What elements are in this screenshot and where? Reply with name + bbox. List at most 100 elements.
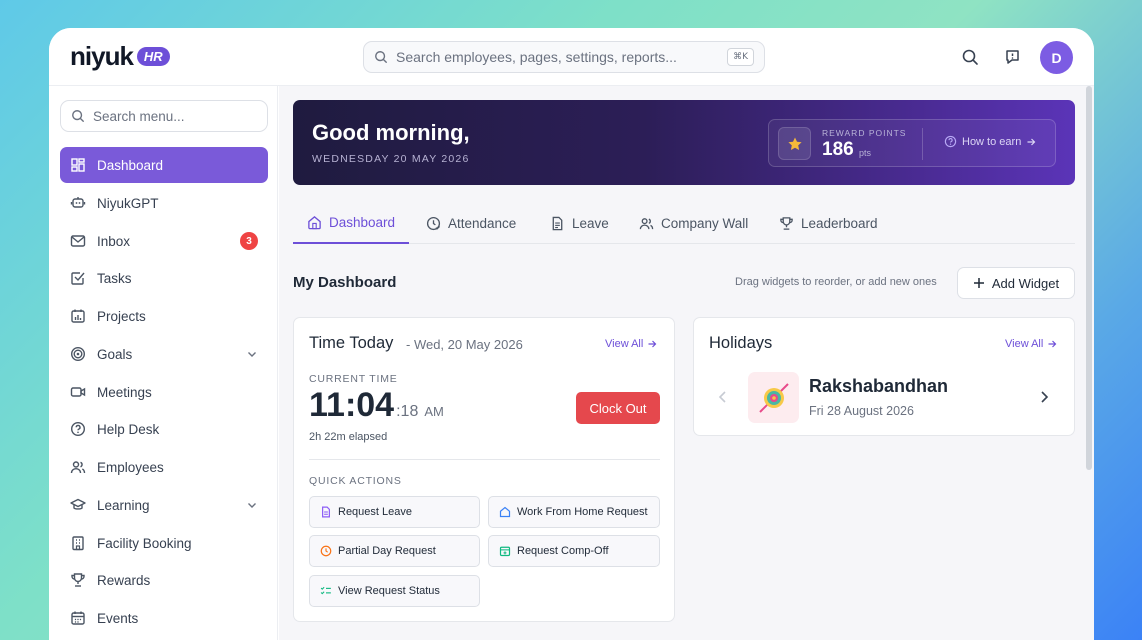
tab-leaderboard[interactable]: Leaderboard bbox=[779, 202, 878, 244]
quick-action-label: Request Leave bbox=[338, 506, 412, 518]
how-to-earn-label: How to earn bbox=[962, 135, 1022, 148]
holidays-card: Holidays View All Rakshabandhan Fri 28 A… bbox=[693, 317, 1075, 436]
sidebar-item-tasks[interactable]: Tasks bbox=[60, 260, 268, 296]
time-ampm: AM bbox=[424, 404, 444, 419]
sidebar-item-label: Events bbox=[97, 610, 139, 626]
tab-company-wall[interactable]: Company Wall bbox=[639, 202, 748, 244]
divider bbox=[922, 128, 923, 160]
quick-action-label: View Request Status bbox=[338, 585, 440, 597]
sidebar-item-learning[interactable]: Learning bbox=[60, 487, 268, 523]
help-circle-icon bbox=[944, 135, 957, 148]
sidebar-item-label: Tasks bbox=[97, 270, 132, 286]
chevron-right-icon[interactable] bbox=[1039, 390, 1049, 404]
sidebar-item-rewards[interactable]: Rewards bbox=[60, 562, 268, 598]
tab-attendance[interactable]: Attendance bbox=[426, 202, 516, 244]
card-subtitle: - Wed, 20 May 2026 bbox=[406, 337, 523, 352]
how-to-earn-link[interactable]: How to earn bbox=[944, 135, 1036, 148]
view-request-status-button[interactable]: View Request Status bbox=[309, 575, 480, 607]
partial-day-request-button[interactable]: Partial Day Request bbox=[309, 535, 480, 567]
sidebar-item-goals[interactable]: Goals bbox=[60, 336, 268, 372]
tab-label: Attendance bbox=[448, 215, 517, 231]
arrow-right-icon bbox=[1048, 340, 1057, 348]
search-icon bbox=[375, 51, 387, 63]
logo[interactable]: niyuk HR bbox=[70, 43, 170, 69]
main-content: Good morning, WEDNESDAY 20 MAY 2026 REWA… bbox=[279, 86, 1094, 640]
document-icon bbox=[552, 216, 563, 230]
tab-leave[interactable]: Leave bbox=[550, 202, 609, 244]
sidebar-item-label: Meetings bbox=[97, 384, 152, 400]
rakhi-image bbox=[748, 372, 799, 423]
search-shortcut: ⌘K bbox=[727, 48, 754, 66]
menu-search-placeholder: Search menu... bbox=[93, 108, 185, 124]
reward-points-unit: pts bbox=[859, 148, 872, 158]
list-check-icon bbox=[320, 586, 331, 595]
view-all-label: View All bbox=[605, 338, 644, 350]
logo-text: niyuk bbox=[70, 41, 134, 71]
home-icon bbox=[308, 215, 321, 229]
time-seconds: :18 bbox=[396, 403, 419, 420]
avatar[interactable]: D bbox=[1040, 41, 1073, 74]
quick-action-label: Work From Home Request bbox=[517, 506, 648, 518]
tab-dashboard[interactable]: Dashboard bbox=[293, 202, 410, 244]
chevron-down-icon[interactable] bbox=[246, 499, 258, 511]
feedback-icon[interactable] bbox=[1004, 48, 1022, 66]
grid-icon bbox=[71, 158, 85, 172]
search-icon bbox=[72, 110, 84, 122]
video-icon bbox=[70, 387, 86, 397]
quick-action-label: Partial Day Request bbox=[338, 545, 436, 557]
section-title: My Dashboard bbox=[293, 274, 397, 291]
sidebar-item-meetings[interactable]: Meetings bbox=[60, 374, 268, 410]
document-icon bbox=[322, 506, 330, 518]
tab-label: Leave bbox=[572, 215, 609, 231]
checkbox-icon bbox=[71, 272, 85, 285]
chevron-down-icon[interactable] bbox=[246, 348, 258, 360]
sidebar-item-help-desk[interactable]: Help Desk bbox=[60, 411, 268, 447]
sidebar-item-employees[interactable]: Employees bbox=[60, 449, 268, 485]
inbox-count-badge: 3 bbox=[240, 232, 258, 250]
search-icon[interactable] bbox=[961, 48, 979, 66]
help-circle-icon bbox=[70, 421, 86, 437]
reward-points-label: REWARD POINTS bbox=[822, 128, 907, 138]
quick-action-label: Request Comp-Off bbox=[517, 545, 609, 557]
building-icon bbox=[72, 536, 84, 551]
calendar-plus-icon bbox=[499, 546, 511, 557]
chevron-left-icon[interactable] bbox=[718, 390, 728, 404]
view-all-link[interactable]: View All bbox=[605, 338, 657, 350]
sidebar-item-events[interactable]: Events bbox=[60, 600, 268, 636]
view-all-link[interactable]: View All bbox=[1005, 338, 1057, 350]
sidebar-item-projects[interactable]: Projects bbox=[60, 298, 268, 334]
sidebar-item-dashboard[interactable]: Dashboard bbox=[60, 147, 268, 183]
sidebar-item-label: Facility Booking bbox=[97, 535, 192, 551]
menu-search-input[interactable]: Search menu... bbox=[60, 100, 268, 132]
sidebar-item-facility-booking[interactable]: Facility Booking bbox=[60, 525, 268, 561]
scrollbar[interactable] bbox=[1086, 86, 1092, 470]
add-widget-button[interactable]: Add Widget bbox=[957, 267, 1075, 299]
top-bar: niyuk HR Search employees, pages, settin… bbox=[49, 28, 1094, 86]
greeting-banner: Good morning, WEDNESDAY 20 MAY 2026 REWA… bbox=[293, 100, 1075, 185]
sidebar-item-label: Employees bbox=[97, 459, 164, 475]
current-time-label: CURRENT TIME bbox=[309, 373, 398, 385]
star-icon bbox=[778, 127, 811, 160]
search-placeholder: Search employees, pages, settings, repor… bbox=[396, 49, 677, 65]
work-from-home-request-button[interactable]: Work From Home Request bbox=[488, 496, 660, 528]
sidebar-item-niyukgpt[interactable]: NiyukGPT bbox=[60, 185, 268, 221]
sidebar-item-label: Goals bbox=[97, 346, 133, 362]
sidebar-item-label: Inbox bbox=[97, 233, 131, 249]
logo-badge: HR bbox=[136, 46, 170, 66]
sidebar: Search menu... Dashboard NiyukGPT Inbox … bbox=[49, 86, 278, 640]
add-widget-label: Add Widget bbox=[991, 275, 1060, 291]
arrow-right-icon bbox=[1027, 138, 1036, 145]
request-comp-off-button[interactable]: Request Comp-Off bbox=[488, 535, 660, 567]
current-time: 11:04 :18 AM bbox=[309, 386, 444, 425]
graduation-cap-icon bbox=[70, 498, 86, 510]
global-search-input[interactable]: Search employees, pages, settings, repor… bbox=[363, 41, 765, 73]
time-hours-minutes: 11:04 bbox=[309, 386, 395, 424]
clock-out-button[interactable]: Clock Out bbox=[576, 392, 660, 424]
card-title: Holidays bbox=[709, 334, 773, 352]
holiday-name: Rakshabandhan bbox=[809, 376, 949, 396]
sidebar-item-inbox[interactable]: Inbox 3 bbox=[60, 223, 268, 259]
calendar-icon bbox=[71, 611, 85, 625]
users-icon bbox=[70, 461, 86, 474]
plus-icon bbox=[973, 278, 984, 288]
request-leave-button[interactable]: Request Leave bbox=[309, 496, 480, 528]
